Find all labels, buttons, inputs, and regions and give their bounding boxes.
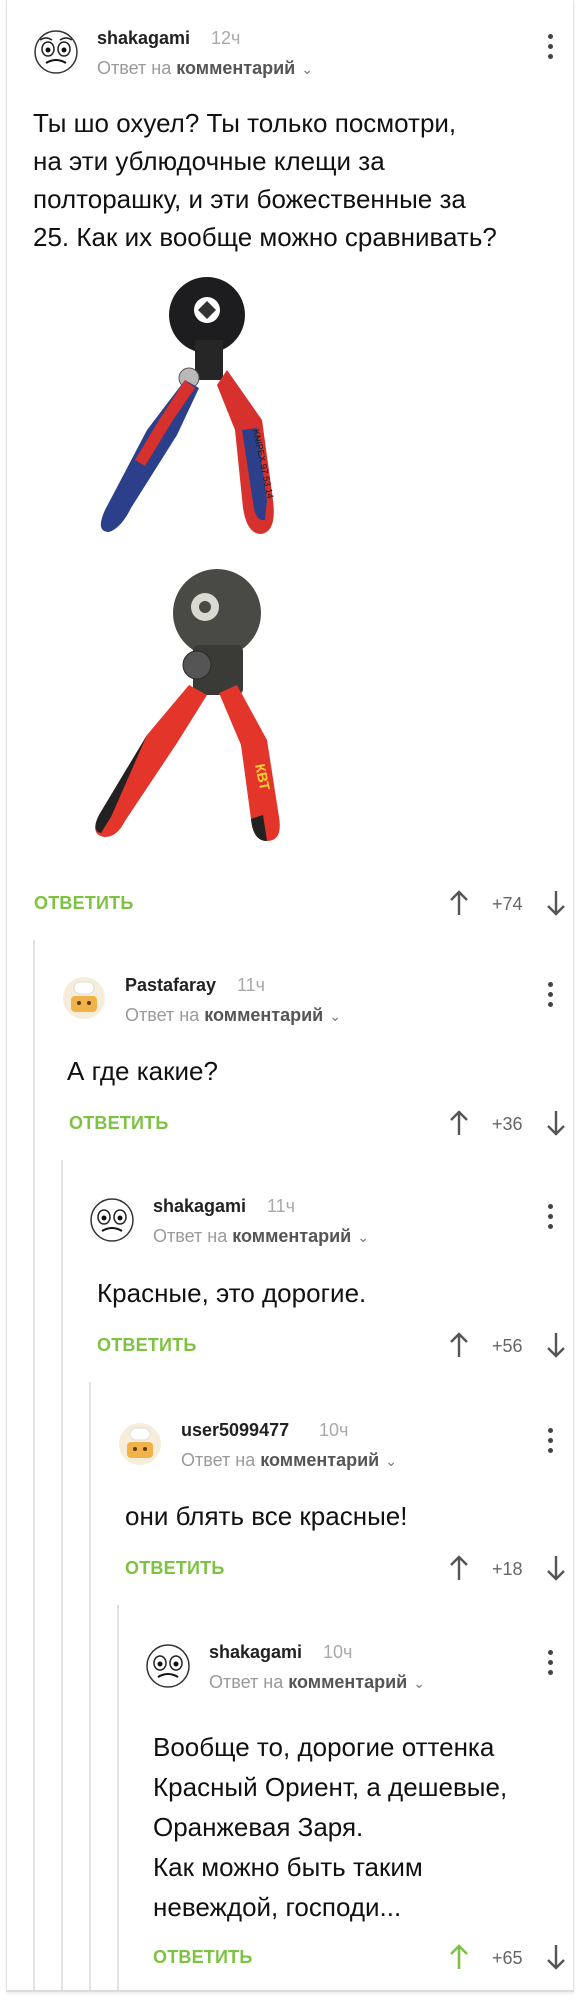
vote-count: +65 [492,1948,523,1968]
comment-author[interactable]: shakagami [153,1196,246,1217]
comment-author[interactable]: user5099477 [181,1420,289,1441]
text-line: А где какие? [67,1056,218,1086]
reply-button[interactable]: ОТВЕТИТЬ [153,1947,252,1968]
arrow-down-icon[interactable] [545,1555,567,1581]
arrow-down-icon[interactable] [545,1110,567,1136]
reply-prefix: Ответ на [153,1226,228,1246]
comment-time: 10ч [319,1420,349,1440]
arrow-down-icon[interactable] [545,1944,567,1970]
more-vertical-icon[interactable] [545,1428,555,1458]
comment-time: 11ч [237,975,266,995]
reply-button[interactable]: ОТВЕТИТЬ [34,893,133,914]
text-line: Вообще то, дорогие оттенка [153,1732,495,1762]
comments-panel: shakagami 12ч Ответ на комментарий ⌄ Ты ш… [6,0,574,1992]
comment-author[interactable]: shakagami [209,1642,302,1663]
text-line: на эти ублюдочные клещи за [33,146,385,176]
text-line: невеждой, господи... [153,1892,402,1922]
arrow-up-icon[interactable] [448,1332,470,1358]
arrow-up-icon[interactable] [448,890,470,916]
vote-count: +74 [492,894,523,914]
thread-line[interactable] [89,1382,91,1990]
comment-image-knipex[interactable]: KNIPEX 97 53 14 [77,270,337,570]
arrow-up-icon[interactable] [448,1110,470,1136]
comment-image-kvt[interactable]: КВТ [77,565,337,855]
comment-time: 10ч [323,1642,353,1662]
reply-target: комментарий [176,58,296,78]
comment-text: они блять все красные! [125,1497,555,1535]
arrow-up-icon[interactable] [448,1944,470,1970]
arrow-down-icon[interactable] [545,1332,567,1358]
reply-to-link[interactable]: Ответ на комментарий ⌄ [181,1450,397,1471]
reply-target: комментарий [288,1672,408,1692]
text-line: Оранжевая Заря. [153,1812,364,1842]
comment-author[interactable]: shakagami [97,28,190,49]
text-line: Ты шо охуел? Ты только посмотри, [33,108,457,138]
chevron-down-icon: ⌄ [357,1229,369,1245]
vote-count: +56 [492,1336,523,1356]
reply-target: комментарий [204,1005,324,1025]
reply-prefix: Ответ на [125,1005,200,1025]
vote-count: +18 [492,1559,523,1579]
comment-text: Вообще то, дорогие оттенка Красный Ориен… [153,1727,563,1927]
reply-to-link[interactable]: Ответ на комментарий ⌄ [125,1005,341,1026]
text-line: полторашку, и эти божественные за [33,184,466,214]
rage-face-icon[interactable] [34,30,78,74]
chevron-down-icon: ⌄ [301,61,313,77]
text-line: 25. Как их вообще можно сравнивать? [33,222,497,252]
text-line: Красный Ориент, а дешевые, [153,1772,508,1802]
chef-cat-icon[interactable] [118,1422,162,1466]
reply-to-link[interactable]: Ответ на комментарий ⌄ [97,58,313,79]
reply-target: комментарий [232,1226,352,1246]
text-line: Как можно быть таким [153,1852,423,1882]
thread-line[interactable] [33,940,35,1990]
chevron-down-icon: ⌄ [385,1453,397,1469]
arrow-up-icon[interactable] [448,1555,470,1581]
comment-author[interactable]: Pastafaray [125,975,216,996]
reply-prefix: Ответ на [97,58,172,78]
thread-line[interactable] [117,1605,119,1990]
chevron-down-icon: ⌄ [329,1008,341,1024]
text-line: они блять все красные! [125,1501,408,1531]
reply-to-link[interactable]: Ответ на комментарий ⌄ [153,1226,369,1247]
reply-button[interactable]: ОТВЕТИТЬ [125,1558,224,1579]
comment-text: Красные, это дорогие. [97,1274,557,1312]
more-vertical-icon[interactable] [545,34,555,64]
chevron-down-icon: ⌄ [413,1675,425,1691]
chef-cat-icon[interactable] [62,976,106,1020]
reply-button[interactable]: ОТВЕТИТЬ [97,1335,196,1356]
arrow-down-icon[interactable] [545,890,567,916]
reply-to-link[interactable]: Ответ на комментарий ⌄ [209,1672,425,1693]
reply-target: комментарий [260,1450,380,1470]
comment-time: 12ч [211,28,241,48]
comment-time: 11ч [267,1196,296,1216]
comment-text: Ты шо охуел? Ты только посмотри, на эти … [33,104,563,256]
rage-face-icon[interactable] [146,1644,190,1688]
rage-face-icon[interactable] [90,1198,134,1242]
more-vertical-icon[interactable] [545,1650,555,1680]
vote-count: +36 [492,1114,523,1134]
more-vertical-icon[interactable] [545,1204,555,1234]
reply-button[interactable]: ОТВЕТИТЬ [69,1113,168,1134]
more-vertical-icon[interactable] [545,982,555,1012]
text-line: Красные, это дорогие. [97,1278,367,1308]
comment-text: А где какие? [67,1052,557,1090]
thread-line[interactable] [61,1160,63,1990]
reply-prefix: Ответ на [209,1672,284,1692]
reply-prefix: Ответ на [181,1450,256,1470]
